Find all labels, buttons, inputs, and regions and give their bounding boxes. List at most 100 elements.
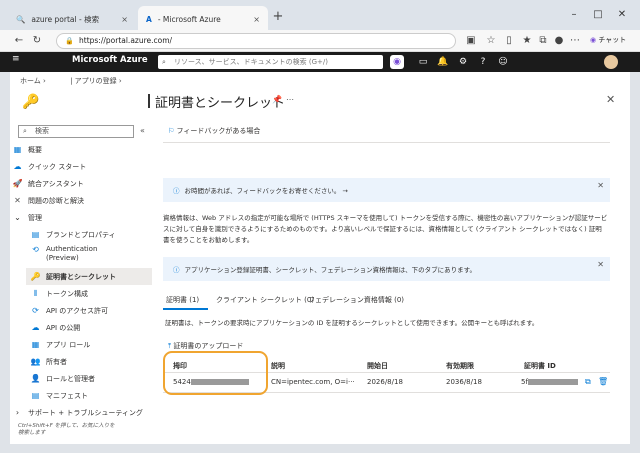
copilot-chat-button[interactable]: ◉ チャット bbox=[590, 35, 626, 45]
azure-brand[interactable]: Microsoft Azure bbox=[72, 55, 148, 65]
key-icon: 🔑 bbox=[30, 272, 41, 281]
sidebar-item-certificates-secrets[interactable]: 🔑 証明書とシークレット bbox=[26, 268, 152, 285]
sidebar-search-input[interactable]: ⌕ 検索 bbox=[18, 125, 134, 138]
delete-icon[interactable]: 🗑 bbox=[598, 377, 608, 386]
search-icon: ⌕ bbox=[23, 127, 27, 135]
breadcrumb: ホーム › | アプリの登録 › bbox=[20, 76, 122, 86]
sidebar-item-diagnose[interactable]: ✕ 問題の診断と解決 bbox=[12, 192, 152, 209]
breadcrumb-app-registration[interactable]: | アプリの登録 bbox=[70, 77, 117, 85]
sidebar-item-label: 統合アシスタント bbox=[28, 179, 84, 188]
manifest-icon: ▤ bbox=[31, 391, 40, 400]
breadcrumb-separator: › bbox=[118, 77, 122, 85]
cloud-icon: ☁ bbox=[31, 323, 40, 332]
token-icon: ⦀ bbox=[33, 288, 38, 298]
sidebar-item-label: API のアクセス許可 bbox=[46, 306, 108, 315]
app-roles-icon: ▦ bbox=[31, 340, 40, 349]
close-icon[interactable]: ✕ bbox=[597, 260, 604, 269]
more-options-icon[interactable]: ⋯ bbox=[286, 95, 294, 104]
highlight-annotation bbox=[163, 351, 268, 395]
sidebar-item-app-roles[interactable]: ▦ アプリ ロール bbox=[30, 336, 170, 353]
global-search-input[interactable]: ⌕ リソース、サービス、ドキュメントの検索 (G+/) bbox=[158, 55, 383, 69]
sidebar-group-support[interactable]: › サポート + トラブルシューティング bbox=[12, 404, 152, 421]
sidebar-group-manage[interactable]: ⌄ 管理 bbox=[12, 209, 152, 226]
refresh-icon[interactable]: ↻ bbox=[30, 33, 44, 49]
api-permissions-icon: ⟳ bbox=[32, 306, 39, 315]
avatar[interactable] bbox=[604, 55, 618, 69]
collections-icon[interactable]: ⧉ bbox=[536, 33, 550, 49]
upload-certificate-button[interactable]: ⤒ 証明書のアップロード bbox=[168, 341, 243, 351]
copy-icon[interactable]: ⧉ bbox=[585, 377, 591, 387]
notifications-icon[interactable]: 🔔 bbox=[434, 53, 452, 71]
close-tab-icon[interactable]: × bbox=[253, 15, 260, 24]
sidebar-item-label: API の公開 bbox=[46, 323, 81, 332]
sidebar-item-api-permissions[interactable]: ⟳ API のアクセス許可 bbox=[30, 302, 170, 319]
feedback-banner-text[interactable]: お時間があれば、フィードバックをお寄せください。 → bbox=[185, 185, 348, 195]
sidebar-item-owners[interactable]: 👥 所有者 bbox=[30, 353, 170, 370]
favorites-icon[interactable]: ★ bbox=[520, 33, 534, 49]
url-text: https://portal.azure.com/ bbox=[79, 36, 173, 45]
breadcrumb-separator: › bbox=[43, 77, 46, 85]
close-window-button[interactable]: ✕ bbox=[614, 9, 630, 20]
back-icon[interactable]: ← bbox=[12, 33, 26, 49]
close-icon[interactable]: ✕ bbox=[597, 181, 604, 190]
overview-icon: ▦ bbox=[13, 145, 22, 154]
feedback-icon: ⚐ bbox=[168, 127, 175, 135]
collapse-sidebar-icon[interactable]: « bbox=[140, 126, 145, 135]
info-banner: ⓘ アプリケーション登録証明書、シークレット、フェデレーション資格情報は、下のタ… bbox=[163, 257, 610, 281]
sidebar-item-quickstart[interactable]: ☁ クイック スタート bbox=[12, 158, 152, 175]
browser-tab-active[interactable]: A - Microsoft Azure × bbox=[138, 6, 268, 32]
info-icon: ⓘ bbox=[173, 187, 180, 195]
hamburger-icon[interactable]: ≡ bbox=[12, 54, 20, 64]
sidebar-icon[interactable]: ▯ bbox=[502, 33, 516, 49]
divider bbox=[163, 142, 610, 143]
feedback-link[interactable]: ⚐ フィードバックがある場合 bbox=[168, 126, 260, 136]
split-screen-icon[interactable]: ▣ bbox=[464, 33, 478, 49]
certificate-id-prefix: 5f bbox=[521, 378, 528, 386]
help-icon[interactable]: ? bbox=[474, 53, 492, 71]
tab-label: - Microsoft Azure bbox=[157, 14, 221, 24]
new-tab-button[interactable]: + bbox=[270, 9, 286, 25]
cloud-shell-icon[interactable]: ▭ bbox=[414, 53, 432, 71]
sidebar-item-integration-assistant[interactable]: 🚀 統合アシスタント bbox=[12, 175, 152, 192]
close-tab-icon[interactable]: × bbox=[121, 15, 128, 24]
column-header-start-date: 開始日 bbox=[367, 362, 388, 370]
breadcrumb-home[interactable]: ホーム bbox=[20, 77, 41, 85]
redacted-value bbox=[527, 379, 578, 385]
wrench-icon: ✕ bbox=[14, 196, 21, 205]
copilot-icon: ◉ bbox=[590, 36, 597, 44]
active-tab-indicator bbox=[163, 308, 208, 310]
sidebar-item-branding[interactable]: ▤ ブランドとプロパティ bbox=[30, 226, 170, 243]
sidebar-item-expose-api[interactable]: ☁ API の公開 bbox=[30, 319, 170, 336]
feedback-icon[interactable]: ☺ bbox=[494, 53, 512, 71]
sidebar-item-label: マニフェスト bbox=[46, 391, 88, 400]
maximize-button[interactable]: □ bbox=[590, 9, 606, 20]
azure-logo-icon: A bbox=[146, 14, 152, 24]
tab-federated-credentials[interactable]: フェデレーション資格情報 (0) bbox=[308, 295, 404, 305]
pin-icon[interactable]: 📌 bbox=[272, 95, 282, 104]
authentication-icon: ⟲ bbox=[32, 245, 39, 254]
sidebar-item-roles-admins[interactable]: 👤 ロールと管理者 bbox=[30, 370, 170, 387]
sidebar-item-label: ロールと管理者 bbox=[46, 374, 95, 383]
owners-icon: 👥 bbox=[30, 357, 41, 366]
sidebar-item-token-config[interactable]: ⦀ トークン構成 bbox=[30, 285, 170, 302]
settings-gear-icon[interactable]: ⚙ bbox=[454, 53, 472, 71]
cell-expiry: 2036/8/18 bbox=[446, 378, 482, 386]
key-icon: 🔑 bbox=[22, 94, 40, 110]
copilot-icon[interactable]: ◉ bbox=[390, 55, 404, 69]
tab-client-secrets[interactable]: クライアント シークレット (0) bbox=[216, 295, 314, 305]
tab-certificates[interactable]: 証明書 (1) bbox=[166, 295, 199, 305]
star-icon[interactable]: ☆ bbox=[484, 33, 498, 49]
browser-tab[interactable]: 🔍 azure portal - 検索 × bbox=[8, 6, 136, 32]
sidebar-group-label: 管理 bbox=[28, 213, 42, 222]
profile-icon[interactable]: ● bbox=[552, 33, 566, 49]
sidebar-item-overview[interactable]: ▦ 概要 bbox=[12, 141, 152, 158]
sidebar-item-authentication[interactable]: ⟲ Authentication (Preview) bbox=[30, 243, 170, 267]
sidebar-item-label: トークン構成 bbox=[46, 289, 88, 298]
roles-icon: 👤 bbox=[30, 374, 41, 383]
sidebar-item-manifest[interactable]: ▤ マニフェスト bbox=[30, 387, 170, 404]
url-field[interactable]: 🔒 https://portal.azure.com/ bbox=[56, 33, 456, 49]
minimize-button[interactable]: – bbox=[566, 9, 582, 20]
more-icon[interactable]: ⋯ bbox=[568, 33, 582, 49]
close-icon[interactable]: ✕ bbox=[606, 93, 615, 106]
sidebar-item-label-sub: (Preview) bbox=[46, 254, 79, 262]
